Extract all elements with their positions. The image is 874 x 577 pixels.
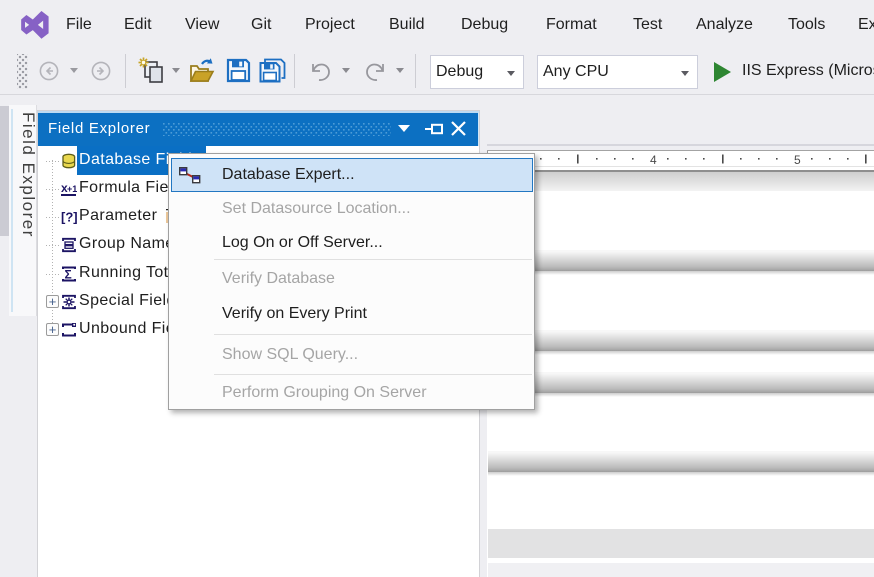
svg-text:[?]: [?] (61, 210, 77, 225)
svg-text:Σ: Σ (65, 267, 72, 281)
svg-text:+1: +1 (67, 184, 77, 194)
svg-text:4: 4 (650, 153, 657, 167)
svg-text:5: 5 (794, 153, 801, 167)
